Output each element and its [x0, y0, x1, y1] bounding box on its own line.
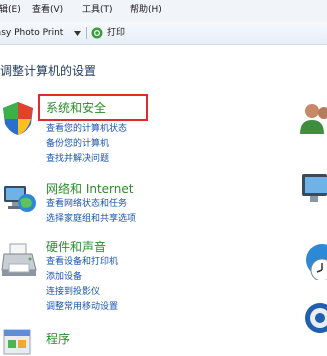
menu-tools[interactable]: 工具(T) — [82, 4, 113, 16]
link-mobility-settings[interactable]: 调整常用移动设置 — [46, 302, 118, 313]
category-programs-title[interactable]: 程序 — [46, 330, 70, 347]
easy-photo-print-button[interactable]: Easy Photo Print — [0, 27, 63, 39]
programs-icon[interactable] — [0, 326, 38, 356]
link-connect-projector[interactable]: 连接到投影仪 — [46, 287, 100, 298]
menu-edit[interactable]: 编辑(E) — [0, 4, 21, 16]
user-accounts-icon[interactable] — [298, 100, 327, 136]
menu-view[interactable]: 查看(V) — [32, 4, 63, 16]
print-icon[interactable] — [91, 27, 103, 39]
link-view-computer-status[interactable]: 查看您的计算机状态 — [46, 124, 127, 135]
link-add-device[interactable]: 添加设备 — [46, 272, 82, 283]
appearance-icon[interactable] — [300, 170, 327, 206]
toolbar: Easy Photo Print 打印 — [0, 22, 327, 45]
clock-region-icon[interactable] — [302, 240, 327, 280]
category-hardware-title[interactable]: 硬件和声音 — [46, 238, 106, 255]
ease-of-access-icon[interactable] — [300, 300, 327, 336]
menu-help[interactable]: 帮助(H) — [130, 4, 162, 16]
toolbar-separator — [86, 27, 87, 39]
link-backup-computer[interactable]: 备份您的计算机 — [46, 139, 109, 150]
link-network-status[interactable]: 查看网络状态和任务 — [46, 199, 127, 210]
network-globe-icon[interactable] — [0, 178, 38, 216]
shield-icon[interactable] — [0, 100, 36, 136]
category-system-security-title[interactable]: 系统和安全 — [46, 99, 106, 116]
chevron-down-icon[interactable] — [74, 31, 81, 36]
category-network-title[interactable]: 网络和 Internet — [46, 180, 133, 197]
page-title: 调整计算机的设置 — [0, 64, 97, 78]
link-troubleshoot[interactable]: 查找并解决问题 — [46, 154, 109, 165]
printer-icon[interactable] — [0, 240, 40, 280]
menu-bar: 编辑(E) 查看(V) 工具(T) 帮助(H) — [0, 0, 327, 23]
print-button[interactable]: 打印 — [107, 27, 125, 39]
link-homegroup-sharing[interactable]: 选择家庭组和共享选项 — [46, 214, 136, 225]
link-devices-printers[interactable]: 查看设备和打印机 — [46, 257, 118, 268]
